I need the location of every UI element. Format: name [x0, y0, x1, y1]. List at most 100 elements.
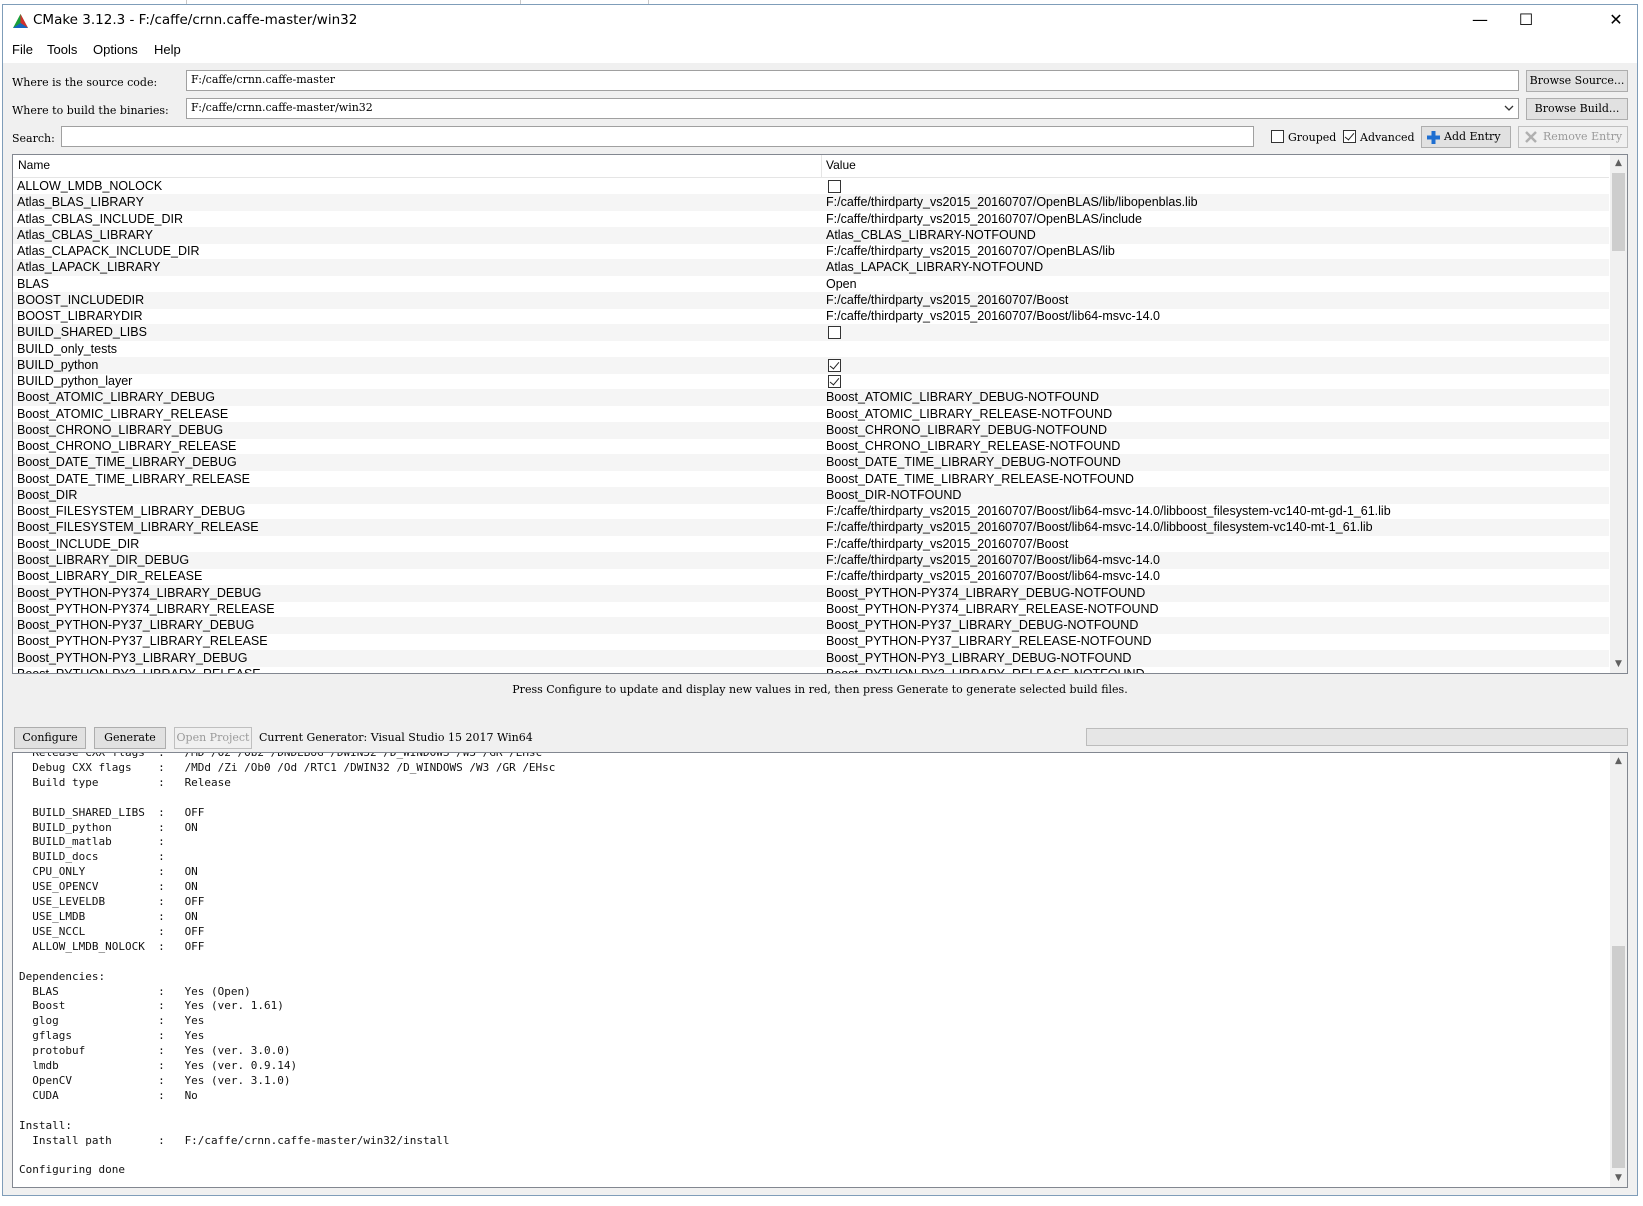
- cell-value[interactable]: Boost_ATOMIC_LIBRARY_DEBUG-NOTFOUND: [826, 390, 1099, 404]
- cell-value[interactable]: F:/caffe/thirdparty_vs2015_20160707/Boos…: [826, 537, 1068, 551]
- chevron-down-icon[interactable]: [1504, 105, 1514, 112]
- minimize-button[interactable]: —: [1457, 5, 1503, 37]
- remove-entry-button[interactable]: Remove Entry: [1518, 126, 1628, 148]
- cell-value[interactable]: Boost_DATE_TIME_LIBRARY_DEBUG-NOTFOUND: [826, 455, 1121, 469]
- cell-value[interactable]: Open: [826, 277, 857, 291]
- cell-value[interactable]: Boost_PYTHON-PY3_LIBRARY_RELEASE-NOTFOUN…: [826, 667, 1145, 673]
- configure-button[interactable]: Configure: [14, 727, 86, 749]
- column-header-value[interactable]: Value: [826, 158, 856, 172]
- cell-value[interactable]: Boost_PYTHON-PY37_LIBRARY_DEBUG-NOTFOUND: [826, 618, 1138, 632]
- table-row[interactable]: Boost_PYTHON-PY3_LIBRARY_RELEASE Boost_PY…: [13, 666, 1609, 673]
- table-row[interactable]: Boost_DATE_TIME_LIBRARY_RELEASE Boost_DAT…: [13, 471, 1609, 488]
- table-row[interactable]: Atlas_CLAPACK_INCLUDE_DIR F:/caffe/thirdp…: [13, 243, 1609, 260]
- table-row[interactable]: Boost_PYTHON-PY37_LIBRARY_DEBUG Boost_PYT…: [13, 617, 1609, 635]
- source-path-input[interactable]: F:/caffe/crnn.caffe-master: [186, 70, 1519, 91]
- cell-value-checkbox[interactable]: [828, 180, 841, 193]
- table-scrollbar[interactable]: ▲ ▼: [1610, 155, 1627, 673]
- table-row[interactable]: Boost_FILESYSTEM_LIBRARY_DEBUG F:/caffe/t…: [13, 503, 1609, 520]
- cell-value[interactable]: F:/caffe/thirdparty_vs2015_20160707/Open…: [826, 244, 1115, 258]
- table-row[interactable]: Boost_DATE_TIME_LIBRARY_DEBUG Boost_DATE_…: [13, 454, 1609, 472]
- table-row[interactable]: Boost_ATOMIC_LIBRARY_RELEASE Boost_ATOMIC…: [13, 406, 1609, 423]
- cell-value[interactable]: Atlas_LAPACK_LIBRARY-NOTFOUND: [826, 260, 1043, 274]
- scroll-down-arrow[interactable]: ▼: [1610, 1170, 1627, 1187]
- table-row[interactable]: BOOST_INCLUDEDIR F:/caffe/thirdparty_vs20…: [13, 291, 1609, 309]
- cell-value[interactable]: F:/caffe/thirdparty_vs2015_20160707/Boos…: [826, 569, 1160, 583]
- cell-value-checkbox[interactable]: [828, 375, 841, 389]
- cell-value[interactable]: Atlas_CBLAS_LIBRARY-NOTFOUND: [826, 228, 1036, 242]
- open-project-button[interactable]: Open Project: [174, 727, 252, 749]
- cell-value[interactable]: F:/caffe/thirdparty_vs2015_20160707/Boos…: [826, 309, 1160, 323]
- table-row[interactable]: Boost_PYTHON-PY37_LIBRARY_RELEASE Boost_P…: [13, 633, 1609, 650]
- table-row[interactable]: Boost_DIR Boost_DIR-NOTFOUND: [13, 486, 1609, 504]
- generate-button[interactable]: Generate: [94, 727, 166, 749]
- advanced-checkbox[interactable]: [1343, 130, 1356, 143]
- menu-help[interactable]: Help: [154, 42, 181, 57]
- grouped-checkbox[interactable]: [1271, 130, 1284, 143]
- table-row[interactable]: Boost_ATOMIC_LIBRARY_DEBUG Boost_ATOMIC_L…: [13, 389, 1609, 407]
- add-entry-label: Add Entry: [1444, 130, 1501, 143]
- table-row[interactable]: BUILD_SHARED_LIBS: [13, 324, 1609, 342]
- cell-value[interactable]: F:/caffe/thirdparty_vs2015_20160707/Boos…: [826, 293, 1068, 307]
- cell-value[interactable]: F:/caffe/thirdparty_vs2015_20160707/Open…: [826, 212, 1142, 226]
- output-log[interactable]: Release CXX flags : /MD /O2 /Ob2 /DNDEBU…: [12, 752, 1628, 1188]
- scroll-up-arrow[interactable]: ▲: [1610, 753, 1627, 770]
- table-row[interactable]: BUILD_python_layer: [13, 373, 1609, 390]
- table-row[interactable]: BOOST_LIBRARYDIR F:/caffe/thirdparty_vs20…: [13, 308, 1609, 325]
- column-header-name[interactable]: Name: [18, 158, 50, 172]
- menu-file[interactable]: File: [12, 42, 33, 57]
- table-row[interactable]: Boost_LIBRARY_DIR_DEBUG F:/caffe/thirdpar…: [13, 551, 1609, 569]
- scroll-thumb[interactable]: [1612, 173, 1625, 251]
- title-bar[interactable]: CMake 3.12.3 - F:/caffe/crnn.caffe-maste…: [3, 5, 1637, 37]
- cell-value[interactable]: F:/caffe/thirdparty_vs2015_20160707/Boos…: [826, 504, 1391, 518]
- table-row[interactable]: Atlas_CBLAS_LIBRARY Atlas_CBLAS_LIBRARY-N…: [13, 226, 1609, 244]
- table-row[interactable]: BUILD_python: [13, 356, 1609, 374]
- table-row[interactable]: Boost_PYTHON-PY374_LIBRARY_DEBUG Boost_PY…: [13, 584, 1609, 602]
- scroll-up-arrow[interactable]: ▲: [1610, 155, 1627, 172]
- table-row[interactable]: BUILD_only_tests: [13, 341, 1609, 358]
- cell-value[interactable]: Boost_PYTHON-PY374_LIBRARY_RELEASE-NOTFO…: [826, 602, 1159, 616]
- table-row[interactable]: Boost_FILESYSTEM_LIBRARY_RELEASE F:/caffe…: [13, 519, 1609, 537]
- scroll-thumb[interactable]: [1612, 946, 1625, 1168]
- browse-build-button[interactable]: Browse Build...: [1526, 98, 1628, 120]
- cell-value[interactable]: F:/caffe/thirdparty_vs2015_20160707/Boos…: [826, 553, 1160, 567]
- table-row[interactable]: Boost_PYTHON-PY3_LIBRARY_DEBUG Boost_PYTH…: [13, 649, 1609, 667]
- table-row[interactable]: Atlas_LAPACK_LIBRARY Atlas_LAPACK_LIBRARY…: [13, 259, 1609, 277]
- search-input[interactable]: [61, 126, 1254, 147]
- cell-value-checkbox[interactable]: [828, 326, 841, 340]
- table-row[interactable]: Atlas_BLAS_LIBRARY F:/caffe/thirdparty_vs…: [13, 194, 1609, 212]
- cell-value[interactable]: Boost_PYTHON-PY374_LIBRARY_DEBUG-NOTFOUN…: [826, 586, 1145, 600]
- column-divider[interactable]: [821, 155, 822, 177]
- table-row[interactable]: ALLOW_LMDB_NOLOCK: [13, 178, 1609, 195]
- cell-name: Boost_LIBRARY_DIR_RELEASE: [17, 569, 203, 584]
- log-scrollbar[interactable]: ▲ ▼: [1610, 753, 1627, 1187]
- table-row[interactable]: BLAS Open: [13, 276, 1609, 293]
- close-button[interactable]: ✕: [1593, 5, 1637, 37]
- table-row[interactable]: Atlas_CBLAS_INCLUDE_DIR F:/caffe/thirdpar…: [13, 211, 1609, 228]
- add-entry-button[interactable]: Add Entry: [1421, 126, 1511, 148]
- cell-value[interactable]: Boost_CHRONO_LIBRARY_DEBUG-NOTFOUND: [826, 423, 1107, 437]
- cell-value[interactable]: Boost_DIR-NOTFOUND: [826, 488, 961, 502]
- cell-value[interactable]: F:/caffe/thirdparty_vs2015_20160707/Boos…: [826, 520, 1373, 534]
- cell-value[interactable]: Boost_PYTHON-PY37_LIBRARY_RELEASE-NOTFOU…: [826, 634, 1152, 648]
- cell-value[interactable]: F:/caffe/thirdparty_vs2015_20160707/Open…: [826, 195, 1198, 209]
- table-row[interactable]: Boost_CHRONO_LIBRARY_RELEASE Boost_CHRONO…: [13, 438, 1609, 455]
- scroll-down-arrow[interactable]: ▼: [1610, 656, 1627, 673]
- maximize-button[interactable]: ☐: [1503, 5, 1549, 37]
- table-row[interactable]: Boost_CHRONO_LIBRARY_DEBUG Boost_CHRONO_L…: [13, 421, 1609, 439]
- table-row[interactable]: Boost_INCLUDE_DIR F:/caffe/thirdparty_vs2…: [13, 536, 1609, 553]
- cell-value[interactable]: Boost_PYTHON-PY3_LIBRARY_DEBUG-NOTFOUND: [826, 651, 1131, 665]
- cell-value[interactable]: Boost_CHRONO_LIBRARY_RELEASE-NOTFOUND: [826, 439, 1120, 453]
- menu-options[interactable]: Options: [93, 42, 138, 57]
- cell-name: Boost_CHRONO_LIBRARY_DEBUG: [17, 422, 224, 437]
- menu-tools[interactable]: Tools: [47, 42, 77, 57]
- cmake-window: CMake 3.12.3 - F:/caffe/crnn.caffe-maste…: [2, 4, 1638, 1196]
- table-row[interactable]: Boost_LIBRARY_DIR_RELEASE F:/caffe/thirdp…: [13, 568, 1609, 585]
- build-path-combobox[interactable]: F:/caffe/crnn.caffe-master/win32: [186, 98, 1519, 119]
- cell-value-checkbox[interactable]: [828, 358, 841, 372]
- cell-value[interactable]: Boost_ATOMIC_LIBRARY_RELEASE-NOTFOUND: [826, 407, 1112, 421]
- cell-value[interactable]: Boost_DATE_TIME_LIBRARY_RELEASE-NOTFOUND: [826, 472, 1134, 486]
- cell-name: BUILD_SHARED_LIBS: [17, 325, 147, 340]
- table-row[interactable]: Boost_PYTHON-PY374_LIBRARY_RELEASE Boost_…: [13, 601, 1609, 618]
- browse-source-button[interactable]: Browse Source...: [1526, 70, 1628, 92]
- advanced-label: Advanced: [1360, 131, 1415, 144]
